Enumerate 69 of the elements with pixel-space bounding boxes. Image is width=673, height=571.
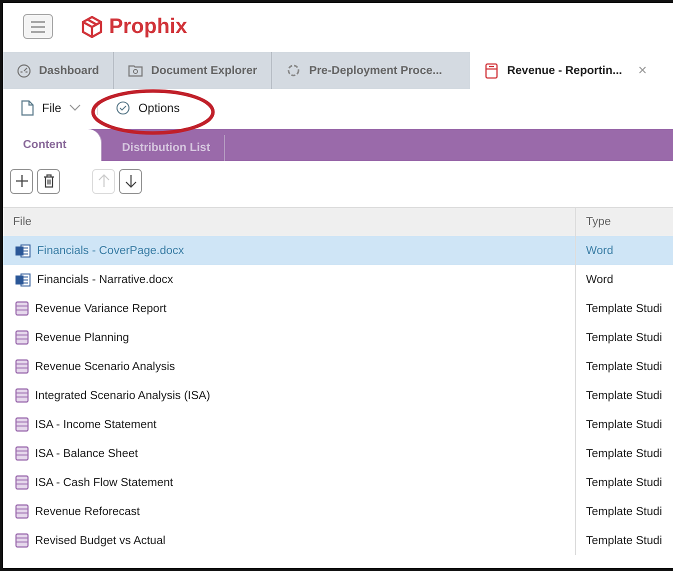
template-icon [15,301,29,316]
menu-icon [30,20,46,32]
gauge-icon [17,64,31,78]
file-name: ISA - Income Statement [35,418,156,430]
file-type: Template Studi [575,323,673,352]
file-menu-button[interactable]: File [13,100,90,116]
file-name: Financials - CoverPage.docx [37,244,184,256]
file-name: ISA - Balance Sheet [35,448,138,460]
file-type: Template Studi [575,497,673,526]
file-row[interactable]: Revenue Planning Template Studi [3,323,673,352]
file-row[interactable]: Financials - Narrative.docx Word [3,265,673,294]
delete-button[interactable] [37,168,60,194]
tab[interactable]: Pre-Deployment Proce... [272,52,470,89]
file-type: Template Studi [575,294,673,323]
template-icon [15,475,29,490]
file-name: Integrated Scenario Analysis (ISA) [35,390,210,402]
arrow-up-icon [98,174,110,188]
options-button[interactable]: Options [108,101,188,115]
logo-text: Prophix [109,14,188,38]
file-type: Template Studi [575,381,673,410]
file-name: Revenue Variance Report [35,302,166,314]
file-row[interactable]: Revenue Scenario Analysis Template Studi [3,352,673,381]
file-row[interactable]: ISA - Balance Sheet Template Studi [3,439,673,468]
file-name: Revenue Scenario Analysis [35,360,175,372]
tab[interactable]: Revenue - Reportin... × [470,52,673,89]
file-row[interactable]: Revenue Variance Report Template Studi [3,294,673,323]
cube-logo-icon [81,16,103,38]
template-icon [15,330,29,345]
chevron-down-icon [69,104,82,112]
check-circle-icon [116,101,130,115]
file-name: ISA - Cash Flow Statement [35,476,174,488]
file-row[interactable]: Revenue Reforecast Template Studi [3,497,673,526]
file-name: Revenue Reforecast [35,506,140,518]
file-row[interactable]: ISA - Cash Flow Statement Template Studi [3,468,673,497]
file-type: Template Studi [575,410,673,439]
tab[interactable]: Document Explorer [114,52,272,89]
file-name: Revised Budget vs Actual [35,534,166,546]
file-row[interactable]: ISA - Income Statement Template Studi [3,410,673,439]
column-header[interactable]: File [3,216,575,228]
menu-button[interactable] [23,14,53,39]
folder-icon [128,64,144,77]
template-icon [15,388,29,403]
file-type: Template Studi [575,439,673,468]
tab[interactable]: Content [3,129,102,161]
file-type: Template Studi [575,352,673,381]
file-type: Word [575,236,673,265]
tab[interactable]: Dashboard [3,52,114,89]
down-button[interactable] [119,168,142,194]
add-button[interactable] [10,168,33,194]
document-icon [21,100,34,116]
file-name: Revenue Planning [35,332,129,344]
plus-icon [14,174,28,188]
file-name: Financials - Narrative.docx [37,274,174,286]
template-icon [15,359,29,374]
template-icon [15,417,29,432]
file-row[interactable]: Revised Budget vs Actual Template Studi [3,526,673,555]
cycle-icon [286,63,302,78]
template-icon [15,533,29,548]
template-icon [15,446,29,461]
book-icon [484,62,500,78]
word-document-icon [15,244,31,258]
file-type: Word [575,265,673,294]
file-type: Template Studi [575,468,673,497]
file-type: Template Studi [575,526,673,555]
template-icon [15,504,29,519]
arrow-down-icon [124,174,136,188]
trash-icon [42,174,54,188]
word-document-icon [15,272,31,286]
file-row[interactable]: Integrated Scenario Analysis (ISA) Template Studi [3,381,673,410]
